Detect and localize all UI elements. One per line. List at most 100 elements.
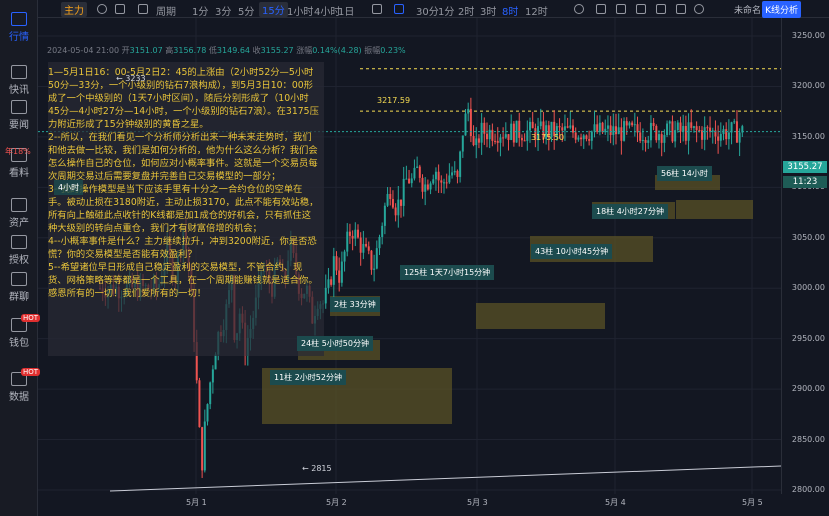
candle-body [631, 122, 634, 126]
close-value: 3155.27 [260, 46, 294, 55]
candle-body [615, 126, 617, 135]
candle-body [668, 121, 671, 124]
nav-item-8[interactable]: 数据 [0, 372, 38, 403]
candle-body [370, 250, 373, 270]
candle-body [652, 122, 655, 126]
nav-item-0[interactable]: 行情 [0, 12, 38, 43]
candle-body [394, 207, 397, 216]
candle-body [432, 179, 435, 184]
wallet-icon [11, 198, 27, 212]
candle-body [440, 180, 443, 183]
candle-body [593, 124, 596, 132]
candle-body [647, 140, 650, 143]
wave-label: 24柱 5小时50分钟 [297, 336, 373, 351]
nav-item-4[interactable]: 资产 [0, 198, 38, 229]
newspaper-icon [11, 100, 27, 114]
candle-body [695, 126, 698, 131]
nav-label: 快讯 [9, 85, 29, 96]
candle-body [666, 123, 669, 136]
candle-body [418, 166, 421, 178]
candle-body [703, 127, 706, 140]
candle-body [330, 279, 333, 285]
candle-body [623, 121, 626, 141]
nav-label: 看料 [9, 168, 29, 179]
candle-body [574, 132, 577, 140]
candle-body [198, 380, 201, 428]
price-tick: 2950.00 [791, 333, 825, 343]
candle-body [437, 171, 440, 181]
wave-label: 11柱 2小时52分钟 [270, 370, 346, 385]
wave-label: 2柱 33分钟 [330, 297, 380, 312]
change-label: 涨幅 [296, 46, 313, 55]
nav-item-2[interactable]: 要闻 [0, 100, 38, 131]
open-value: 3151.07 [129, 46, 163, 55]
wave-label: 18柱 4小时27分钟 [592, 204, 668, 219]
candle-body [658, 134, 660, 141]
note-paragraph: 1—5月1日16：00-5月2日2：45的上涨由（2小时52分—5小时50分—3… [48, 67, 319, 130]
candle-body [400, 199, 402, 206]
candle-body [529, 121, 531, 131]
candle-body [644, 139, 647, 143]
key-icon [11, 235, 27, 249]
candle-body [453, 170, 456, 173]
news-icon [11, 65, 27, 79]
candle-body [727, 132, 730, 140]
candle-body [214, 354, 217, 370]
candle-body [496, 140, 499, 143]
candle-body [373, 268, 376, 270]
price-tick: 2850.00 [791, 434, 825, 444]
candle-body [711, 130, 714, 132]
candle-body [663, 135, 666, 143]
candle-body [679, 122, 682, 132]
candle-body [601, 122, 604, 133]
nav-label: 数据 [9, 392, 29, 403]
candle-body [343, 251, 346, 262]
swing-low-marker: ← 2815 [302, 464, 332, 473]
candle-body [359, 237, 362, 253]
nav-badge: 年18% [5, 147, 31, 156]
candle-body [582, 135, 585, 140]
candle-body [386, 193, 389, 206]
candle-body [719, 133, 722, 141]
candle-body [684, 125, 687, 141]
candle-body [480, 122, 483, 143]
candle-body [598, 122, 601, 132]
candle-body [606, 125, 609, 129]
candle-body [362, 243, 365, 253]
nav-item-5[interactable]: 授权 [0, 235, 38, 266]
price-tick: 2900.00 [791, 384, 825, 394]
wave-label: 56柱 14小时 [657, 166, 712, 181]
candle-body [338, 270, 341, 283]
nav-item-7[interactable]: 钱包 [0, 318, 38, 349]
candle-body [531, 121, 534, 129]
candle-body [655, 125, 658, 141]
price-tick: 3150.00 [791, 131, 825, 141]
price-tick: 3200.00 [791, 81, 825, 91]
candle-body [633, 124, 636, 126]
nav-label: 要闻 [9, 120, 29, 131]
candle-body [609, 125, 612, 136]
candle-body [585, 135, 588, 140]
candle-body [357, 229, 359, 238]
candle-body [383, 205, 386, 226]
nav-item-6[interactable]: 群聊 [0, 272, 38, 303]
note-paragraph: 5--希望诸位早日形成自己稳定盈利的交易模型，不管合约、现货、网格策略等等都是一… [48, 262, 318, 299]
candle-body [335, 256, 338, 271]
nav-label: 授权 [9, 255, 29, 266]
amplitude-value: 0.23% [380, 46, 406, 55]
candle-body [378, 236, 381, 249]
candle-body [706, 127, 709, 129]
price-axis[interactable]: 3250.003200.003150.003100.003050.003000.… [781, 18, 829, 494]
candle-body [351, 235, 354, 239]
time-tick: 5月 2 [326, 498, 347, 507]
nav-item-1[interactable]: 快讯 [0, 65, 38, 96]
candle-body [459, 151, 462, 177]
change-value: 0.14%(4.28) [312, 46, 362, 55]
time-box [476, 303, 605, 329]
candle-body [397, 199, 400, 216]
candle-body [467, 108, 470, 114]
candle-body [698, 130, 701, 132]
candle-body [405, 178, 408, 180]
candle-body [448, 175, 451, 183]
time-tick: 5月 4 [605, 498, 626, 507]
